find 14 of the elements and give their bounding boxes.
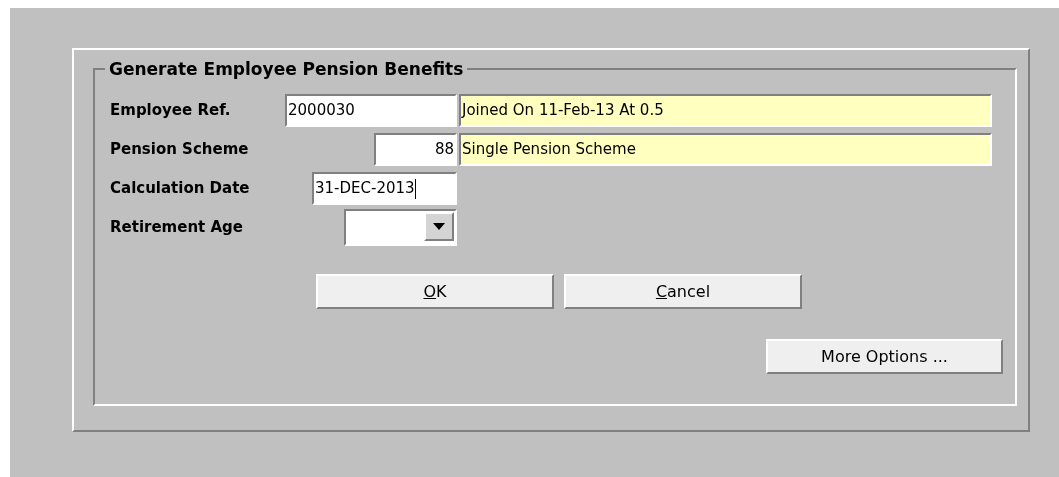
input-field[interactable]: 88 (374, 133, 457, 166)
dialog-button[interactable]: Cancel (564, 274, 802, 309)
description-field: Joined On 11-Feb-13 At 0.5 (459, 94, 992, 127)
dialog-button[interactable]: More Options ... (766, 339, 1003, 374)
description-field: Single Pension Scheme (459, 133, 992, 166)
field-label: Calculation Date (110, 178, 251, 200)
caret-icon[interactable] (424, 212, 454, 241)
input-field[interactable]: 2000030 (285, 94, 457, 127)
dropdown-field[interactable] (344, 209, 457, 246)
field-label: Pension Scheme (110, 139, 250, 161)
input-field[interactable]: 31-DEC-2013 (312, 172, 457, 205)
field-label: Retirement Age (110, 217, 244, 239)
dialog-button[interactable]: OK (316, 274, 554, 309)
field-label: Employee Ref. (110, 100, 232, 122)
